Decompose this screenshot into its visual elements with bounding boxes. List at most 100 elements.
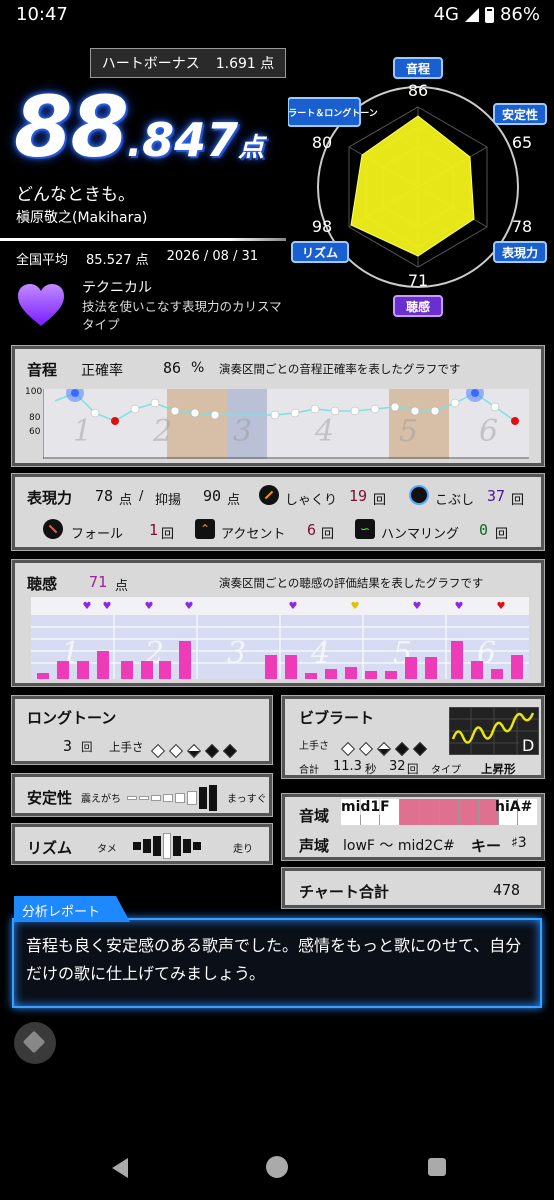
longtone-panel: ロングトーン 3 回 上手さ (11, 695, 273, 765)
radar-label-listening: 聴感 (406, 299, 430, 314)
pitch-section-3: 3 (233, 414, 252, 449)
artist-name: 槇原敬之(Makihara) (16, 210, 148, 226)
fall-unit: 回 (161, 527, 175, 542)
kobushi-value: 37 (487, 487, 506, 505)
rhythm-left-label: タメ (97, 844, 117, 855)
date: 2026 / 08 / 31 (166, 249, 259, 264)
radar-area (350, 115, 475, 257)
yokuyo-label: 抑揚 (155, 493, 182, 508)
separator (0, 238, 286, 241)
radar-value-listening: 71 (408, 271, 428, 290)
longtone-skill-meter (149, 741, 239, 760)
score-integer: 88 (14, 78, 129, 176)
fall-label: フォール (71, 527, 124, 542)
svg-text:♥: ♥ (413, 601, 422, 612)
radar-value-pitch: 86 (408, 81, 428, 100)
home-icon[interactable] (266, 1156, 288, 1178)
longtone-count-unit: 回 (81, 740, 93, 754)
stability-right-label: まっすぐ (227, 794, 267, 805)
pitch-desc: 演奏区間ごとの音程正確率を表したグラフです (219, 362, 461, 376)
kobushi-label: こぶし (435, 493, 475, 508)
svg-text:♥: ♥ (185, 601, 194, 612)
average-value: 85.527 点 (86, 253, 149, 268)
svg-text:♥: ♥ (497, 601, 506, 612)
chart-total-label: チャート合計 (299, 883, 389, 901)
fall-icon (43, 519, 63, 539)
pitch-section-4: 4 (314, 414, 334, 449)
radar-value-vibrato: 80 (312, 133, 332, 152)
expression-score: 78 (95, 487, 114, 505)
pitch-section-2: 2 (152, 414, 172, 449)
hammering-icon: ∽ (355, 519, 375, 539)
vibrato-total-label: 合計 (299, 765, 319, 776)
pitch-rate-label: 正確率 (81, 363, 123, 379)
listening-desc: 演奏区間ごとの聴感の評価結果を表したグラフです (219, 576, 484, 590)
svg-text:♥: ♥ (289, 601, 298, 612)
network-label: 4G (433, 4, 459, 25)
rhythm-right-label: 走り (233, 844, 253, 855)
key-value: ♯3 (511, 835, 527, 851)
radar-label-pitch: 音程 (406, 61, 430, 76)
fall-value: 1 (149, 521, 159, 539)
vibrato-skill-label: 上手さ (299, 741, 329, 752)
radar-value-stability: 65 (512, 133, 532, 152)
chart-total-value: 478 (493, 881, 521, 899)
shakuri-value: 19 (349, 487, 368, 505)
expression-label: 表現力 (27, 489, 73, 507)
vibrato-count-unit: 回 (407, 762, 419, 776)
accent-unit: 回 (321, 527, 335, 542)
accent-label: アクセント (221, 527, 286, 542)
pitch-graph: 1 2 3 4 5 6 (43, 389, 529, 459)
recents-icon[interactable] (428, 1158, 446, 1176)
pitch-panel: 音程 正確率 86 % 演奏区間ごとの音程正確率を表したグラフです 100 80… (11, 345, 545, 467)
heart-icon (18, 284, 64, 326)
voice-range-value: lowF 〜 mid2C# (343, 838, 455, 854)
signal-icon (464, 7, 479, 22)
pitch-ytick-60: 60 (29, 427, 41, 437)
pitch-section-6: 6 (479, 414, 498, 449)
average-label: 全国平均 (16, 253, 69, 268)
vibrato-count: 32 (389, 759, 406, 774)
vibrato-skill-meter (339, 739, 429, 758)
pitch-ytick-100: 100 (25, 387, 43, 397)
heart-bonus-value: 1.691 点 (215, 56, 275, 72)
vibrato-seconds: 11.3 (333, 759, 362, 774)
vibrato-type: 上昇形 (481, 762, 516, 776)
longtone-skill-label: 上手さ (109, 740, 144, 754)
total-score: 88.847点 (14, 78, 264, 176)
status-time: 10:47 (16, 4, 68, 25)
status-bar: 10:47 4G 86% (0, 0, 554, 30)
tag-button[interactable] (14, 1022, 56, 1064)
pitch-rate-value: 86 (163, 359, 182, 377)
longtone-label: ロングトーン (27, 709, 117, 727)
pitch-section-1: 1 (73, 414, 92, 449)
listening-graph: 1 2 3 4 5 6 ♥ ♥ ♥ ♥ ♥ ♥ ♥ ♥ ♥ (31, 597, 529, 679)
vibrato-panel: ビブラート 上手さ 合計 11.3 秒 32 回 タイプ 上昇形 D (281, 695, 545, 779)
score-unit: 点 (238, 133, 265, 163)
hammering-unit: 回 (495, 527, 509, 542)
vibrato-label: ビブラート (299, 709, 375, 727)
svg-text:♥: ♥ (351, 601, 360, 612)
listening-panel: 聴感 71 点 演奏区間ごとの聴感の評価結果を表したグラフです 1 2 3 4 … (11, 559, 545, 687)
vibrato-grade: D (522, 736, 534, 755)
expression-panel: 表現力 78 点 / 抑揚 90 点 しゃくり 19 回 こぶし 37 回 フォ… (11, 473, 545, 551)
stability-label: 安定性 (27, 789, 73, 807)
listening-section-3: 3 (227, 636, 246, 671)
range-high: hiA# (495, 799, 533, 815)
heart-bonus-box: ハートボーナス 1.691 点 (90, 48, 286, 78)
kobushi-icon (409, 485, 429, 505)
expression-score-unit: 点 (119, 493, 133, 508)
listening-label: 聴感 (27, 575, 58, 593)
voice-range-label: 声域 (299, 837, 330, 855)
score-decimal: 847 (142, 113, 239, 167)
shakuri-label: しゃくり (285, 493, 338, 508)
stability-left-label: 震えがち (81, 794, 121, 805)
status-icons: 4G 86% (434, 4, 540, 25)
yokuyo-unit: 点 (227, 493, 241, 508)
range-panel: 音域 mid1F hiA# 声域 lowF 〜 mid2C# キー ♯3 (281, 793, 545, 861)
vibrato-wave-graph: D (449, 707, 539, 755)
key-label: キー (471, 837, 502, 855)
score-dot: . (126, 120, 143, 166)
back-icon[interactable] (112, 1158, 128, 1178)
radar-label-rhythm: リズム (302, 245, 338, 260)
